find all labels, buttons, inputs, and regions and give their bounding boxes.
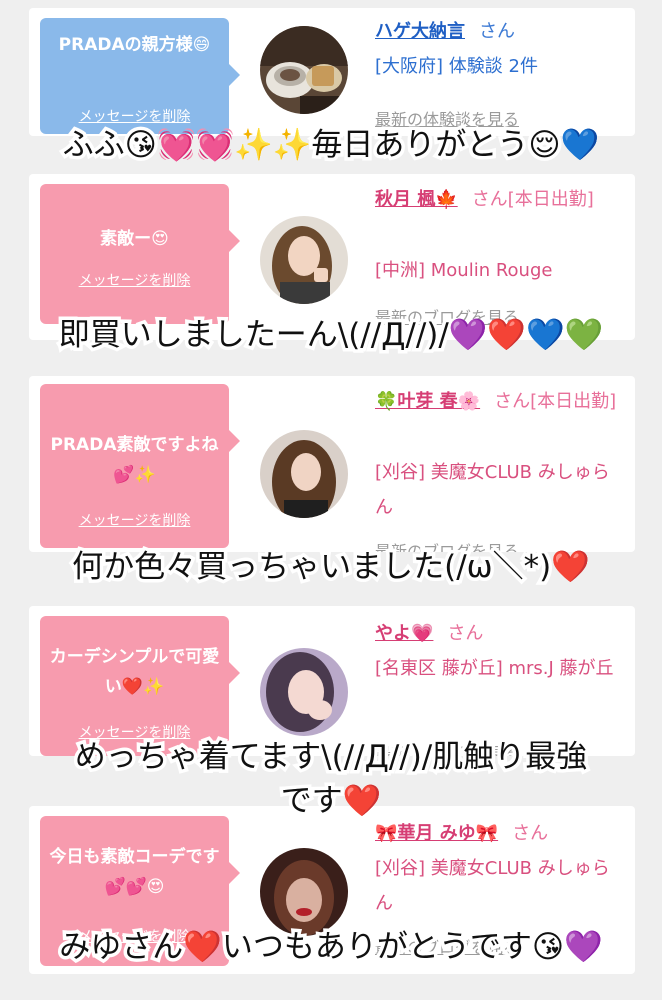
message-text: 素敵ー😍	[100, 229, 169, 249]
user-detail: [大阪府] 体験談 2件	[375, 56, 538, 77]
message-text: PRADAの親方様😄	[58, 35, 211, 55]
woman-photo-icon	[260, 648, 348, 736]
delete-message-link[interactable]: メッセージを削除	[40, 266, 229, 296]
woman-photo-icon	[260, 430, 348, 518]
message-card: PRADA素敵ですよね💕✨ メッセージを削除 🍀叶芽 春🌸 さん[本日出勤] [刈…	[29, 376, 635, 552]
avatar[interactable]	[260, 648, 348, 736]
message-bubble: カーデシンプルで可愛い❤️✨ メッセージを削除	[40, 616, 240, 756]
woman-photo-icon	[260, 848, 348, 936]
user-name-link[interactable]: ハゲ大納言	[375, 21, 465, 42]
user-info: 秋月 楓🍁 さん[本日出勤] [中洲] Moulin Rouge	[375, 182, 625, 288]
user-detail: [刈谷] 美魔女CLUB みしゅらん	[375, 462, 610, 518]
user-name-link[interactable]: 🎀華月 みゆ🎀	[375, 823, 498, 844]
message-bubble: 素敵ー😍 メッセージを削除	[40, 184, 240, 324]
honorific: さん	[512, 823, 549, 844]
message-bubble: PRADA素敵ですよね💕✨ メッセージを削除	[40, 384, 240, 548]
message-text: カーデシンプルで可愛い❤️✨	[49, 647, 220, 697]
delete-message-link[interactable]: メッセージを削除	[40, 506, 229, 536]
user-info: 🍀叶芽 春🌸 さん[本日出勤] [刈谷] 美魔女CLUB みしゅらん	[375, 384, 625, 525]
message-text: PRADA素敵ですよね💕✨	[50, 435, 219, 485]
message-card: PRADAの親方様😄 メッセージを削除 ハゲ大納言 さん [大阪府] 体験談 2件…	[29, 8, 635, 136]
honorific: さん	[479, 21, 515, 42]
overlay-caption: 何か色々買っちゃいました(/ω＼*)❤️	[69, 546, 594, 589]
overlay-caption: 即買いしましたーん\(//Д//)/💜❤️💙💚	[55, 314, 606, 357]
user-name-link[interactable]: 秋月 楓🍁	[375, 189, 458, 210]
user-detail: [名東区 藤が丘] mrs.J 藤が丘	[375, 658, 614, 679]
user-info: 🎀華月 みゆ🎀 さん [刈谷] 美魔女CLUB みしゅらん	[375, 816, 625, 921]
user-info: やよ💗 さん [名東区 藤が丘] mrs.J 藤が丘	[375, 616, 625, 686]
overlay-caption: です❤️	[277, 780, 385, 823]
avatar[interactable]	[260, 848, 348, 936]
avatar[interactable]	[260, 216, 348, 304]
user-name-link[interactable]: やよ💗	[375, 623, 433, 644]
user-info: ハゲ大納言 さん [大阪府] 体験談 2件	[375, 14, 625, 84]
user-name-link[interactable]: 🍀叶芽 春🌸	[375, 391, 480, 412]
user-detail: [中洲] Moulin Rouge	[375, 260, 553, 281]
message-text: 今日も素敵コーデです💕💕😍	[49, 847, 220, 897]
honorific: さん[本日出勤]	[494, 391, 617, 412]
overlay-caption: ふふ😘💓💓✨✨毎日ありがとう😌💙	[59, 124, 603, 167]
honorific: さん	[447, 623, 484, 644]
coffee-photo-icon	[260, 26, 348, 114]
honorific: さん[本日出勤]	[471, 189, 594, 210]
message-card: カーデシンプルで可愛い❤️✨ メッセージを削除 やよ💗 さん [名東区 藤が丘] …	[29, 606, 635, 756]
overlay-caption: めっちゃ着てます\(//Д//)/肌触り最強	[71, 736, 591, 779]
avatar[interactable]	[260, 430, 348, 518]
user-detail: [刈谷] 美魔女CLUB みしゅらん	[375, 858, 610, 914]
woman-photo-icon	[260, 216, 348, 304]
avatar[interactable]	[260, 26, 348, 114]
message-bubble: PRADAの親方様😄 メッセージを削除	[40, 18, 240, 134]
overlay-caption: みゆさん❤️いつもありがとうです😘💜	[56, 926, 607, 969]
